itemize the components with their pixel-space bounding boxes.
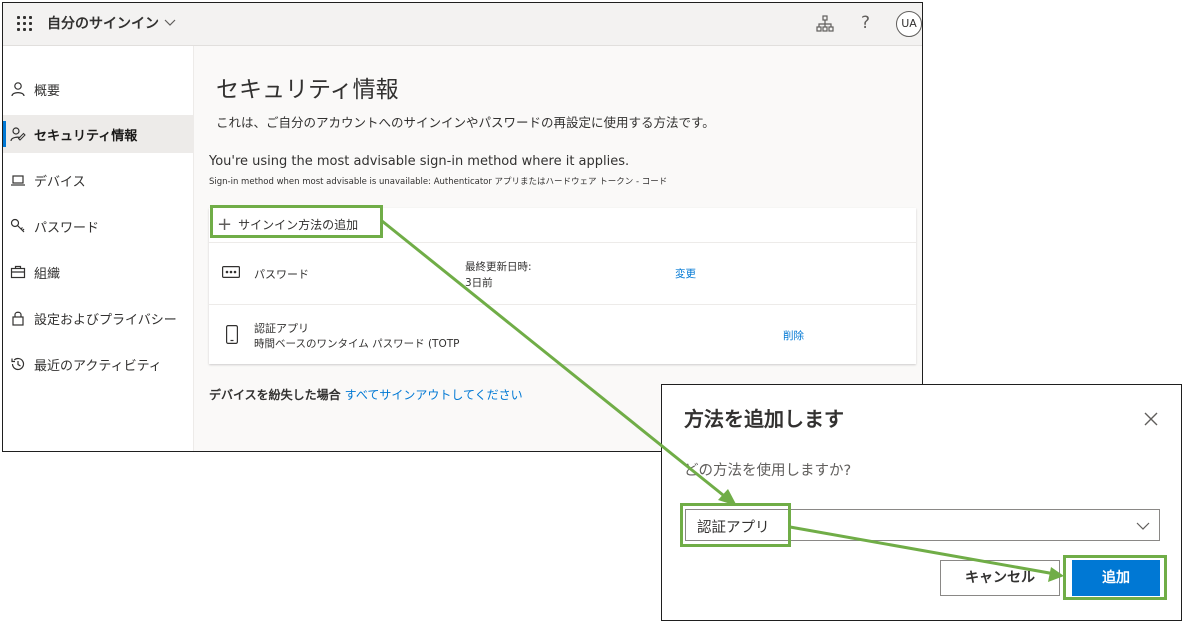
method-name-password: パスワード bbox=[254, 268, 309, 281]
app-title[interactable]: 自分のサインイン bbox=[47, 13, 159, 33]
sidebar-item-recent-activity[interactable]: 最近のアクティビティ bbox=[3, 345, 193, 383]
sidebar: 概要 セキュリティ情報 デバイス パスワード 組織 設定およびプライバシー 最近… bbox=[3, 46, 194, 451]
cancel-button[interactable]: キャンセル bbox=[940, 560, 1060, 596]
divider bbox=[209, 304, 916, 305]
lost-device-row: デバイスを紛失した場合 すべてサインアウトしてください bbox=[209, 386, 523, 403]
sidebar-item-label: パスワード bbox=[34, 220, 100, 236]
sidebar-item-label: デバイス bbox=[34, 174, 86, 190]
sidebar-item-devices[interactable]: デバイス bbox=[3, 161, 193, 199]
sidebar-item-security-info[interactable]: セキュリティ情報 bbox=[3, 115, 193, 153]
organization-icon[interactable] bbox=[816, 15, 834, 33]
close-icon[interactable] bbox=[1143, 411, 1159, 427]
history-icon bbox=[11, 357, 25, 371]
app-launcher-icon[interactable] bbox=[17, 16, 33, 32]
key-icon bbox=[10, 218, 25, 233]
lock-icon bbox=[12, 311, 24, 326]
sidebar-item-settings-privacy[interactable]: 設定およびプライバシー bbox=[3, 299, 193, 337]
highlight-add-method bbox=[210, 205, 383, 238]
last-updated-label: 最終更新日時: bbox=[465, 261, 532, 273]
last-updated-value: 3日前 bbox=[465, 277, 493, 289]
page-title: セキュリティ情報 bbox=[216, 77, 399, 103]
fallback-method-text: Sign-in method when most advisable is un… bbox=[209, 177, 668, 187]
sign-out-everywhere-link[interactable]: すべてサインアウトしてください bbox=[345, 388, 523, 402]
phone-icon bbox=[226, 325, 238, 344]
lost-device-label: デバイスを紛失した場合 bbox=[209, 388, 341, 402]
page-description: これは、ご自分のアカウントへのサインインやパスワードの再設定に使用する方法です。 bbox=[216, 115, 715, 130]
laptop-icon bbox=[11, 175, 25, 186]
highlight-add-button bbox=[1063, 555, 1167, 600]
sidebar-item-label: 組織 bbox=[34, 266, 61, 282]
delete-authenticator-link[interactable]: 削除 bbox=[783, 328, 804, 343]
top-bar: 自分のサインイン ? UA bbox=[3, 3, 922, 46]
method-name-authenticator: 認証アプリ bbox=[254, 322, 309, 335]
person-icon bbox=[11, 82, 25, 97]
password-dots-icon bbox=[222, 266, 240, 278]
advisable-method-text: You're using the most advisable sign-in … bbox=[209, 154, 630, 169]
sidebar-item-label: 概要 bbox=[34, 83, 61, 99]
chevron-down-icon bbox=[1136, 522, 1150, 530]
dialog-title: 方法を追加します bbox=[684, 407, 844, 431]
chevron-down-icon[interactable] bbox=[163, 15, 177, 29]
sidebar-item-label: 設定およびプライバシー bbox=[34, 312, 177, 328]
avatar[interactable]: UA bbox=[896, 11, 922, 37]
sidebar-item-overview[interactable]: 概要 bbox=[3, 70, 193, 108]
sidebar-item-label: セキュリティ情報 bbox=[34, 128, 138, 144]
dialog-question: どの方法を使用しますか? bbox=[684, 463, 852, 479]
method-detail-totp: 時間ベースのワンタイム パスワード (TOTP bbox=[254, 338, 460, 350]
sidebar-item-password[interactable]: パスワード bbox=[3, 207, 193, 245]
divider bbox=[209, 242, 916, 243]
sidebar-item-label: 最近のアクティビティ bbox=[34, 358, 162, 374]
help-icon[interactable]: ? bbox=[861, 13, 870, 33]
briefcase-icon bbox=[10, 265, 26, 279]
sidebar-item-organizations[interactable]: 組織 bbox=[3, 253, 193, 291]
security-info-icon bbox=[10, 127, 26, 142]
highlight-selected-method bbox=[680, 503, 791, 547]
change-password-link[interactable]: 変更 bbox=[675, 266, 696, 281]
